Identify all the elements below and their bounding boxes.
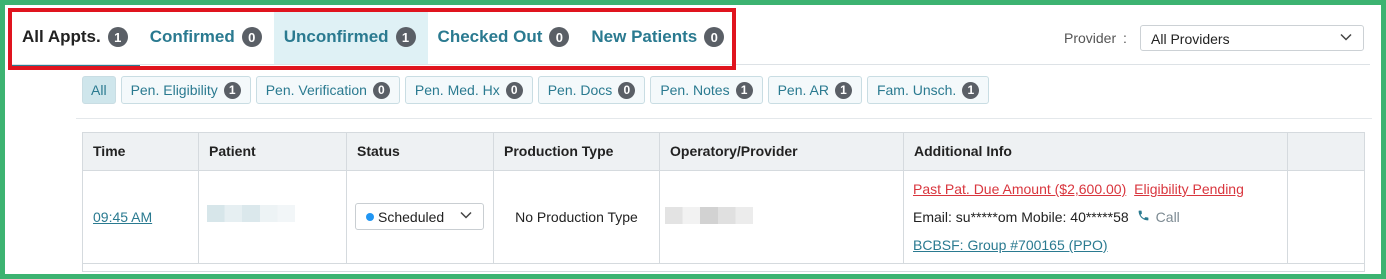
- chip-label: Pen. Verification: [265, 82, 367, 98]
- status-cell: Scheduled: [347, 170, 494, 263]
- chip-label: Pen. Notes: [660, 82, 730, 98]
- tab-all-appts[interactable]: All Appts. 1: [12, 10, 140, 67]
- chip-fam-unsch[interactable]: Fam. Unsch. 1: [866, 76, 990, 104]
- count-badge: 0: [549, 27, 570, 47]
- provider-label: Provider: [1064, 30, 1117, 46]
- count-badge: 1: [962, 81, 980, 99]
- redacted-operatory-provider: [665, 207, 753, 224]
- count-badge: 1: [735, 81, 753, 99]
- chip-pen-eligibility[interactable]: Pen. Eligibility 1: [120, 76, 251, 104]
- column-header-additional-info[interactable]: Additional Info: [904, 133, 1288, 170]
- appointments-table: Time Patient Status Production Type Oper…: [82, 132, 1365, 272]
- eligibility-pending-link[interactable]: Eligibility Pending: [1134, 181, 1244, 197]
- tab-label: Unconfirmed: [283, 27, 389, 46]
- count-badge: 1: [107, 27, 128, 47]
- tab-label: New Patients: [591, 27, 698, 46]
- count-badge: 1: [223, 81, 241, 99]
- call-label: Call: [1155, 209, 1180, 225]
- tab-checked-out[interactable]: Checked Out 0: [428, 10, 582, 64]
- chip-label: Pen. Docs: [547, 82, 613, 98]
- time-cell: 09:45 AM: [83, 170, 199, 263]
- chip-pen-med-hx[interactable]: Pen. Med. Hx 0: [404, 76, 533, 104]
- count-badge: 0: [618, 81, 636, 99]
- chip-label: Fam. Unsch.: [876, 82, 957, 98]
- actions-cell: [1288, 170, 1366, 263]
- tab-unconfirmed[interactable]: Unconfirmed 1: [273, 10, 428, 64]
- column-header-time[interactable]: Time: [83, 133, 199, 170]
- additional-info-cell: Past Pat. Due Amount ($2,600.00) Eligibi…: [904, 170, 1288, 263]
- count-badge: 0: [704, 27, 725, 47]
- column-header-operatory-provider[interactable]: Operatory/Provider: [660, 133, 904, 170]
- column-header-status[interactable]: Status: [347, 133, 494, 170]
- mobile-text: Mobile: 40*****58: [1021, 209, 1129, 225]
- count-badge: 0: [241, 27, 262, 47]
- chip-all[interactable]: All: [82, 76, 116, 104]
- call-button[interactable]: Call: [1137, 209, 1180, 225]
- chip-pen-notes[interactable]: Pen. Notes 1: [650, 76, 763, 104]
- tabs-divider: [12, 64, 1370, 65]
- contact-line: Email: su*****om Mobile: 40*****58 Call: [913, 209, 1180, 225]
- tab-label: All Appts.: [22, 27, 101, 46]
- chip-pen-verification[interactable]: Pen. Verification 0: [255, 76, 400, 104]
- status-select[interactable]: Scheduled: [355, 203, 484, 230]
- chevron-down-icon: [1339, 30, 1353, 47]
- email-text: Email: su*****om: [913, 209, 1018, 225]
- count-badge: 1: [834, 81, 852, 99]
- production-type-cell: No Production Type: [494, 170, 660, 263]
- chip-label: Pen. Med. Hx: [414, 82, 500, 98]
- column-header-production-type[interactable]: Production Type: [494, 133, 660, 170]
- chevron-down-icon: [459, 208, 473, 225]
- tab-new-patients[interactable]: New Patients 0: [581, 10, 736, 64]
- tab-label: Confirmed: [149, 27, 235, 46]
- chip-pen-docs[interactable]: Pen. Docs 0: [537, 76, 646, 104]
- chip-label: All: [91, 82, 107, 98]
- count-badge: 0: [372, 81, 390, 99]
- status-dot-icon: [366, 213, 374, 221]
- column-header-patient[interactable]: Patient: [199, 133, 347, 170]
- chip-label: Pen. Eligibility: [130, 82, 218, 98]
- count-badge: 1: [395, 27, 416, 47]
- appointment-tabs: All Appts. 1 Confirmed 0 Unconfirmed 1 C…: [12, 10, 736, 67]
- phone-icon: [1137, 209, 1156, 225]
- provider-selected-value: All Providers: [1151, 31, 1230, 47]
- table-header: Time Patient Status Production Type Oper…: [83, 133, 1364, 171]
- tab-confirmed[interactable]: Confirmed 0: [140, 10, 274, 64]
- patient-cell: [199, 170, 347, 263]
- count-badge: 0: [505, 81, 523, 99]
- provider-colon: :: [1123, 30, 1127, 46]
- appointment-time-link[interactable]: 09:45 AM: [93, 209, 152, 225]
- filter-chips: All Pen. Eligibility 1 Pen. Verification…: [82, 76, 990, 104]
- table-row: 09:45 AM Scheduled No Production Type Pa…: [83, 170, 1364, 264]
- chip-label: Pen. AR: [777, 82, 829, 98]
- alerts-line: Past Pat. Due Amount ($2,600.00) Eligibi…: [913, 181, 1244, 197]
- redacted-patient-name[interactable]: [207, 205, 295, 222]
- tab-label: Checked Out: [437, 27, 543, 46]
- status-value: Scheduled: [378, 209, 445, 225]
- operatory-provider-cell: [660, 170, 904, 263]
- due-amount-link[interactable]: Past Pat. Due Amount ($2,600.00): [913, 181, 1126, 197]
- provider-select[interactable]: All Providers: [1140, 25, 1364, 51]
- chip-pen-ar[interactable]: Pen. AR 1: [767, 76, 862, 104]
- production-type-value: No Production Type: [515, 209, 638, 225]
- chips-divider: [76, 118, 1372, 119]
- insurance-link[interactable]: BCBSF: Group #700165 (PPO): [913, 237, 1108, 253]
